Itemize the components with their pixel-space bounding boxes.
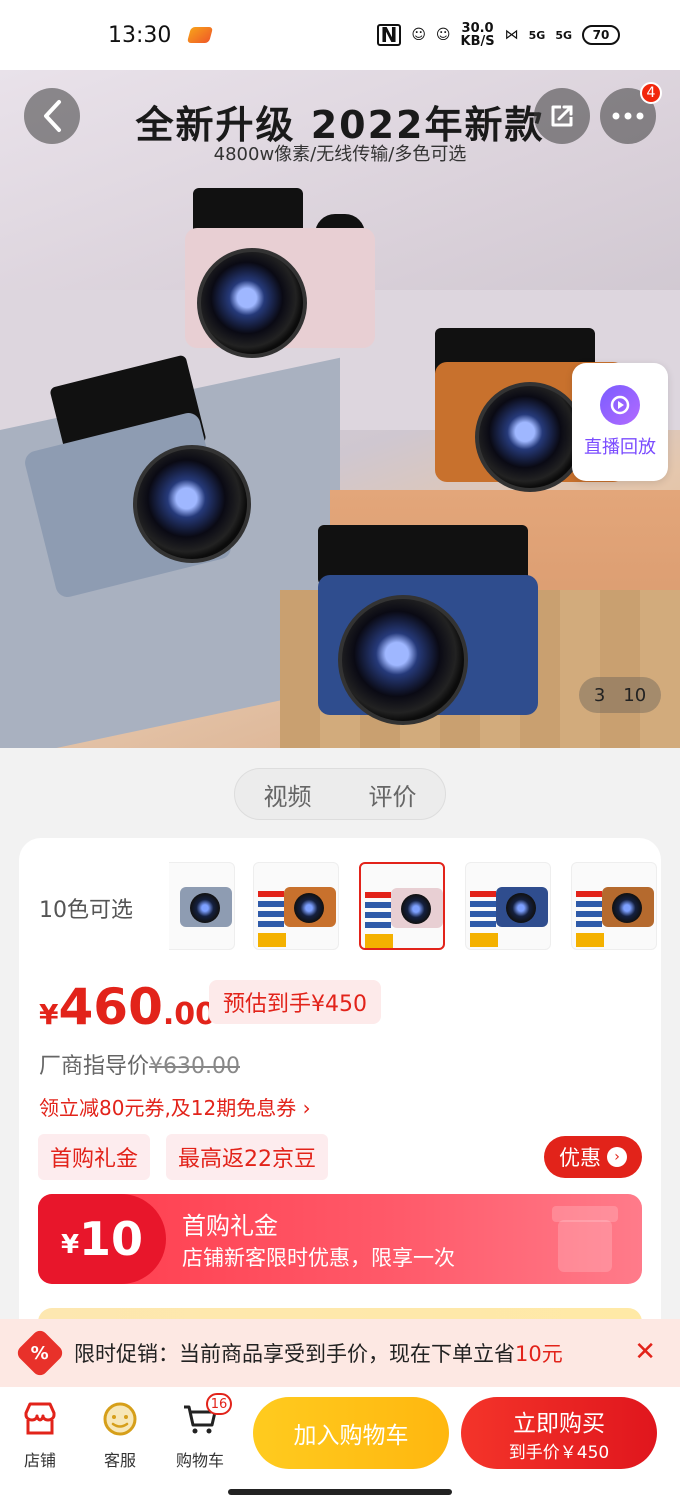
product-info-card: 10色可选 ¥460.00 预估到手¥450 厂商指导价¥630.00 领立减8…: [19, 838, 661, 1358]
signal-5g-2: 5G: [555, 28, 572, 42]
live-replay-button[interactable]: 直播回放: [572, 363, 668, 481]
first-purchase-gift-banner[interactable]: ¥10 首购礼金 店铺新客限时优惠，限享一次: [38, 1194, 642, 1284]
color-thumb-orange[interactable]: [253, 862, 339, 950]
store-icon: [20, 1399, 60, 1439]
color-thumb-blue[interactable]: [465, 862, 551, 950]
network-speed: 30.0 KB/S: [461, 22, 495, 48]
tab-video[interactable]: 视频: [264, 777, 312, 812]
chip-jd-beans[interactable]: 最高返22京豆: [166, 1134, 328, 1180]
color-thumb-brown[interactable]: [571, 862, 657, 950]
notification-icon: ☺: [411, 27, 426, 43]
chip-first-purchase-gift[interactable]: 首购礼金: [38, 1134, 151, 1180]
msrp-value: ¥630.00: [149, 1054, 240, 1079]
buy-now-sub-label: 到手价￥450: [508, 1442, 610, 1463]
camera-blue: [318, 525, 538, 735]
back-button[interactable]: [24, 88, 80, 144]
pager-current: 3: [593, 684, 606, 706]
share-icon: [551, 105, 573, 127]
pager-total: 10: [623, 684, 647, 706]
network-speed-unit: KB/S: [460, 34, 495, 49]
battery-icon: 70: [582, 25, 620, 45]
discount-icon-glyph: %: [30, 1342, 50, 1364]
status-indicators: N ☺ ☺ 30.0 KB/S ⋈ 5G 5G 70: [376, 22, 620, 48]
hero-subtitle: 4800w像素/无线传输/多色可选: [213, 144, 467, 165]
price-currency: ¥: [39, 998, 59, 1031]
gift-amount: ¥10: [38, 1194, 166, 1284]
color-thumb-pink[interactable]: [359, 862, 445, 950]
promo-bar[interactable]: % 限时促销：当前商品享受到手价，现在下单立省10元 ✕: [0, 1319, 680, 1387]
signal-5g-1: 5G: [528, 28, 546, 42]
camera-pink: [185, 188, 375, 358]
camera-grey: [22, 354, 251, 600]
home-indicator[interactable]: [228, 1489, 452, 1495]
promo-text-highlight: 10元: [515, 1342, 563, 1366]
color-thumbnails: [169, 860, 661, 952]
share-button[interactable]: [534, 88, 590, 144]
discount-icon: %: [14, 1327, 66, 1379]
bow-icon: ⋈: [504, 27, 519, 43]
gift-description: 店铺新客限时优惠，限享一次: [182, 1246, 455, 1270]
tab-reviews[interactable]: 评价: [369, 777, 417, 812]
service-icon: [100, 1399, 140, 1439]
chevron-right-icon: ›: [607, 1147, 627, 1167]
status-bar: 13:30 N ☺ ☺ 30.0 KB/S ⋈ 5G 5G 70: [0, 0, 680, 70]
promo-text: 限时促销：当前商品享受到手价，现在下单立省10元: [74, 1338, 563, 1368]
more-button[interactable]: 4: [600, 82, 662, 144]
gift-box-icon: [552, 1206, 618, 1272]
color-thumb-grey[interactable]: [169, 862, 235, 950]
live-replay-label: 直播回放: [584, 437, 656, 458]
cart-count-badge: 16: [206, 1393, 232, 1415]
price-integer: 460: [58, 978, 163, 1036]
current-price: ¥460.00: [39, 978, 216, 1036]
media-tabs: 视频 评价: [234, 768, 446, 820]
more-icon: [612, 112, 644, 120]
service-button[interactable]: 客服: [90, 1399, 150, 1471]
cart-label: 购物车: [175, 1451, 224, 1470]
store-button[interactable]: 店铺: [10, 1399, 70, 1471]
more-badge: 4: [640, 82, 662, 104]
image-pager: 3 10: [579, 677, 661, 713]
promo-text-prefix: 限时促销：当前商品享受到手价，现在下单立省: [74, 1342, 515, 1366]
estimated-price-pill[interactable]: 预估到手¥450: [209, 980, 381, 1024]
notification-icon: ☺: [435, 27, 451, 43]
store-label: 店铺: [23, 1451, 56, 1470]
back-icon: [44, 100, 61, 132]
msrp-label: 厂商指导价: [39, 1054, 150, 1079]
gift-value: 10: [79, 1212, 144, 1266]
service-label: 客服: [103, 1451, 136, 1470]
discount-button-label: 优惠: [559, 1146, 601, 1170]
buy-now-label: 立即购买: [513, 1410, 605, 1437]
status-time: 13:30: [108, 22, 172, 48]
buy-now-button[interactable]: 立即购买 到手价￥450: [461, 1397, 657, 1469]
nfc-icon: N: [376, 24, 402, 46]
product-image-carousel[interactable]: 全新升级 2022年新款 4800w像素/无线传输/多色可选 4 直播回放 3 …: [0, 70, 680, 748]
add-to-cart-button[interactable]: 加入购物车: [253, 1397, 449, 1469]
cart-button[interactable]: 16 购物车: [170, 1393, 232, 1471]
close-icon[interactable]: ✕: [634, 1339, 656, 1365]
msrp: 厂商指导价¥630.00: [39, 1048, 240, 1080]
color-count-label[interactable]: 10色可选: [39, 892, 133, 924]
discount-button[interactable]: 优惠 ›: [544, 1136, 642, 1178]
gift-title: 首购礼金: [182, 1212, 278, 1240]
gift-currency: ¥: [60, 1230, 80, 1260]
live-replay-icon: [600, 385, 640, 425]
coupon-link[interactable]: 领立减80元券,及12期免息券 ›: [39, 1092, 311, 1121]
cart-icon: 16: [180, 1393, 232, 1439]
bottom-action-bar: 店铺 客服 16 购物车 加入购物车 立即购买 到手价￥450: [0, 1387, 680, 1511]
app-notification-icon: [187, 27, 214, 43]
